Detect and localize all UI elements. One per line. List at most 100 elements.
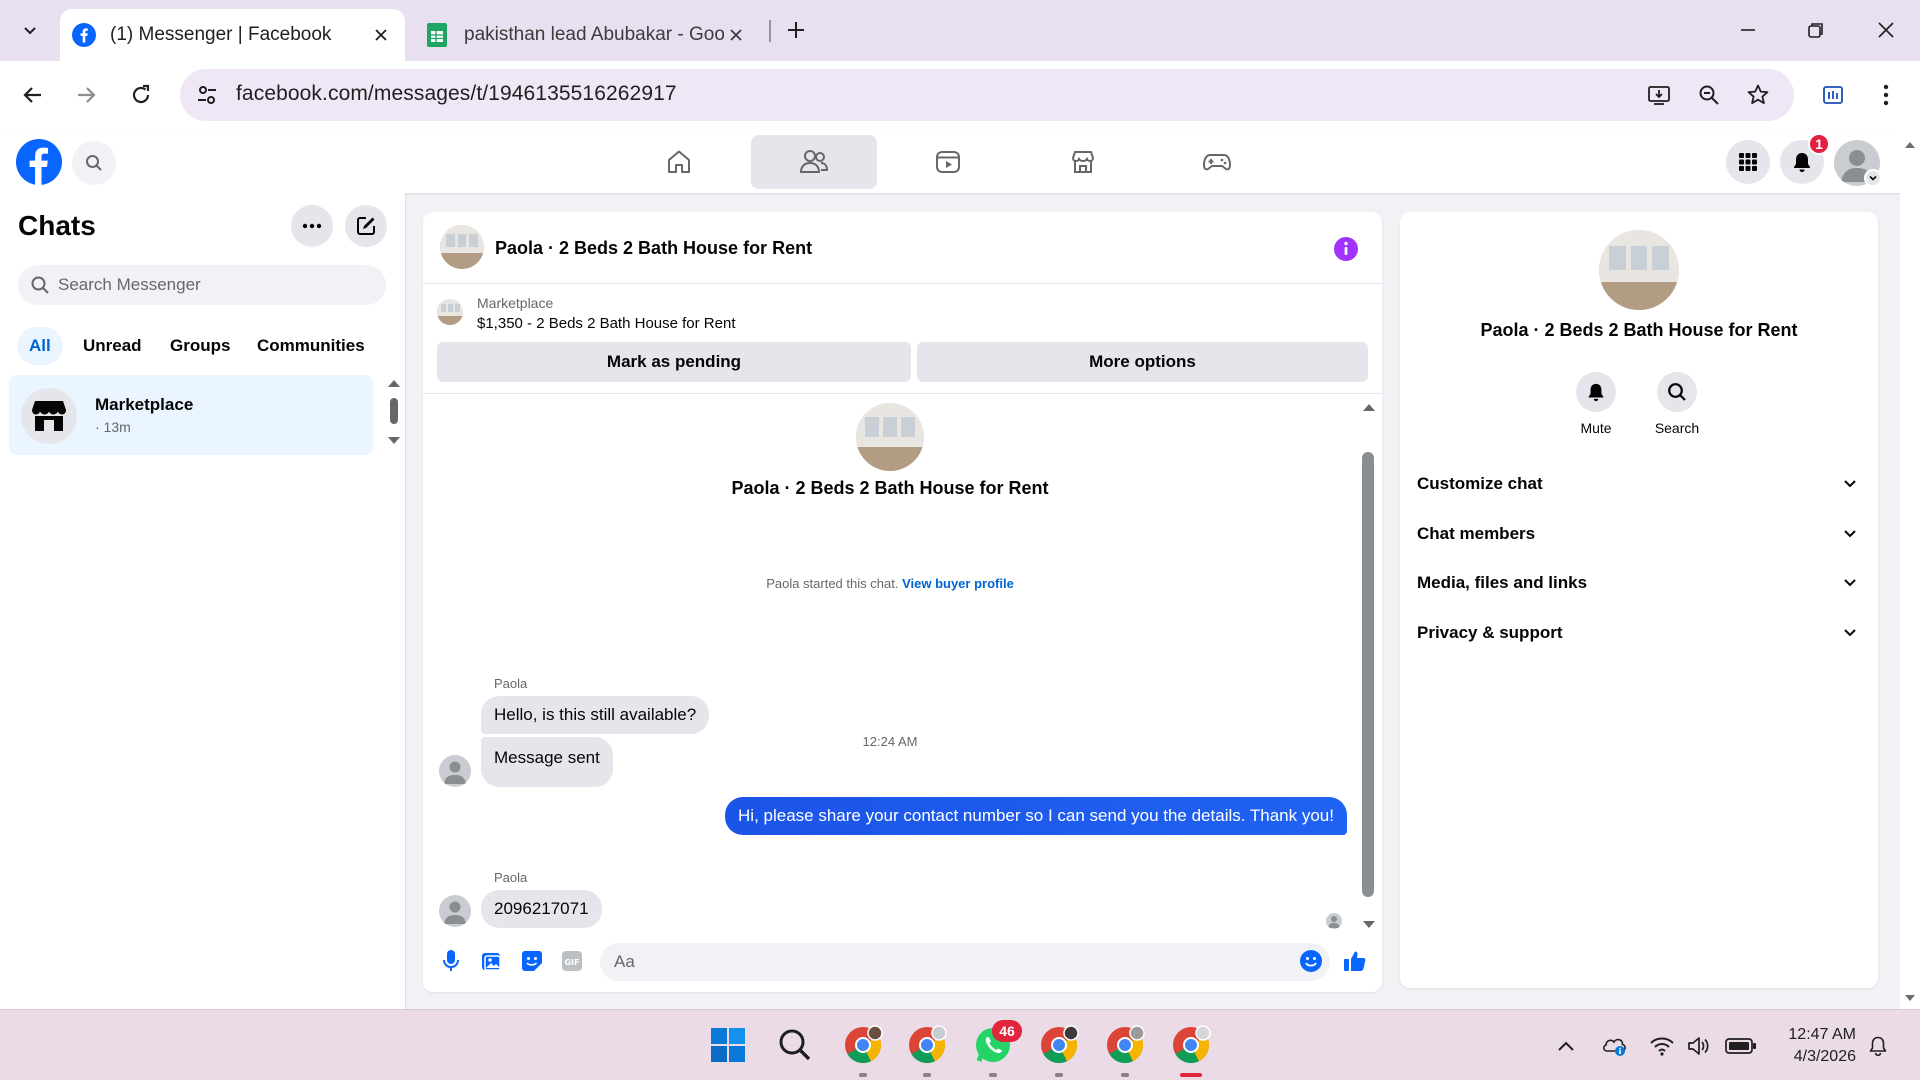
browser-tab-sheets[interactable]: pakisthan lead Abubakar - Goo	[410, 9, 760, 61]
wifi-icon[interactable]	[1648, 1032, 1676, 1060]
forward-icon[interactable]	[65, 74, 107, 116]
privacy-support-section[interactable]: Privacy & support	[1416, 611, 1862, 655]
chrome-profile-icon[interactable]	[840, 1022, 886, 1068]
menu-grid-icon[interactable]	[1726, 140, 1770, 184]
conversation-item-marketplace[interactable]: Marketplace · 13m	[9, 375, 373, 455]
search-icon	[1657, 372, 1697, 412]
restore-icon[interactable]	[1786, 8, 1846, 52]
show-hidden-icons-chevron-icon[interactable]	[1552, 1032, 1580, 1060]
message-input[interactable]	[600, 943, 1330, 981]
chrome-profile-icon[interactable]	[904, 1022, 950, 1068]
friends-icon[interactable]	[751, 135, 877, 189]
media-files-links-section[interactable]: Media, files and links	[1416, 561, 1862, 605]
browser-toolbar: facebook.com/messages/t/1946135516262917	[0, 61, 1920, 129]
filter-groups[interactable]: Groups	[158, 327, 242, 365]
sidebar-scrollbar[interactable]	[384, 375, 404, 455]
sender-avatar[interactable]	[439, 755, 471, 787]
mute-button[interactable]: Mute	[1556, 372, 1636, 436]
message-bubble-outgoing[interactable]: Hi, please share your contact number so …	[725, 797, 1347, 835]
chevron-down-icon	[1838, 472, 1862, 496]
chrome-active-icon[interactable]	[1168, 1022, 1214, 1068]
notification-center-bell-icon[interactable]	[1864, 1032, 1892, 1060]
view-buyer-profile-link[interactable]: View buyer profile	[902, 576, 1014, 591]
tab-list-chevron-icon[interactable]	[10, 10, 50, 50]
facebook-logo-icon[interactable]	[16, 139, 62, 185]
volume-icon[interactable]	[1686, 1032, 1714, 1060]
chat-scrollbar-thumb[interactable]	[1362, 452, 1374, 897]
marketplace-icon[interactable]	[1020, 135, 1146, 189]
gif-icon[interactable]: GIF	[558, 947, 586, 975]
running-indicator	[1055, 1073, 1063, 1077]
search-in-chat-button[interactable]: Search	[1637, 372, 1717, 436]
intro-title: Paola · 2 Beds 2 Bath House for Rent	[731, 478, 1049, 498]
menu-icon[interactable]	[1869, 78, 1903, 112]
messenger-search-input[interactable]	[58, 275, 358, 295]
system-clock[interactable]: 12:47 AM 4/3/2026	[1776, 1024, 1856, 1068]
minimize-icon[interactable]	[1718, 8, 1778, 52]
bookmark-star-icon[interactable]	[1744, 81, 1772, 109]
more-options-button[interactable]: More options	[917, 342, 1368, 382]
chrome-profile-icon[interactable]	[1036, 1022, 1082, 1068]
facebook-header: 1	[0, 129, 1900, 193]
message-bubble-incoming[interactable]: Hello, is this still available?	[481, 696, 710, 734]
listing-photo-avatar[interactable]	[440, 225, 484, 269]
battery-icon[interactable]	[1724, 1032, 1758, 1060]
emoji-icon[interactable]	[1297, 947, 1325, 975]
listing-thumbnail[interactable]	[437, 299, 463, 325]
zoom-icon[interactable]	[1695, 81, 1723, 109]
listing-price-title[interactable]: $1,350 - 2 Beds 2 Bath House for Rent	[477, 315, 736, 332]
customize-chat-section[interactable]: Customize chat	[1416, 462, 1862, 506]
filter-communities[interactable]: Communities	[245, 327, 377, 365]
sender-avatar[interactable]	[439, 895, 471, 927]
whatsapp-unread-badge: 46	[992, 1020, 1022, 1042]
running-indicator	[923, 1073, 931, 1077]
taskbar-search-icon[interactable]	[772, 1022, 818, 1068]
marketplace-listing-bar: Marketplace $1,350 - 2 Beds 2 Bath House…	[423, 284, 1382, 394]
onedrive-cloud-icon[interactable]	[1600, 1032, 1628, 1060]
chat-panel: Paola · 2 Beds 2 Bath House for Rent Mar…	[423, 212, 1382, 992]
browser-tab-messenger[interactable]: (1) Messenger | Facebook	[60, 9, 405, 61]
chat-title[interactable]: Paola · 2 Beds 2 Bath House for Rent	[495, 238, 812, 259]
mute-label: Mute	[1580, 420, 1612, 436]
gaming-icon[interactable]	[1154, 135, 1280, 189]
messenger-search-field[interactable]	[18, 265, 386, 305]
facebook-search-icon[interactable]	[72, 141, 116, 185]
account-chevron-icon[interactable]	[1864, 169, 1882, 187]
windows-start-icon[interactable]	[705, 1022, 751, 1068]
url-text[interactable]: facebook.com/messages/t/1946135516262917	[236, 82, 677, 106]
svg-text:GIF: GIF	[564, 958, 579, 967]
filter-unread[interactable]: Unread	[71, 327, 154, 365]
chats-options-icon[interactable]	[291, 205, 333, 247]
message-bubble-incoming[interactable]: 2096217071	[481, 890, 602, 928]
filter-all[interactable]: All	[17, 327, 63, 365]
site-settings-icon[interactable]	[194, 82, 220, 108]
info-icon[interactable]	[1333, 236, 1359, 262]
mark-as-pending-button[interactable]: Mark as pending	[437, 342, 911, 382]
windows-taskbar: 46 12:47 AM 4/3/2026	[0, 1009, 1920, 1080]
extension-icon[interactable]	[1816, 78, 1850, 112]
microphone-icon[interactable]	[437, 947, 465, 975]
sticker-icon[interactable]	[518, 947, 546, 975]
address-bar[interactable]: facebook.com/messages/t/1946135516262917	[180, 69, 1794, 121]
reload-icon[interactable]	[120, 74, 162, 116]
chat-members-section[interactable]: Chat members	[1416, 512, 1862, 556]
photo-attach-icon[interactable]	[478, 947, 506, 975]
new-tab-plus-icon[interactable]	[778, 12, 814, 48]
back-icon[interactable]	[12, 74, 54, 116]
new-message-icon[interactable]	[345, 205, 387, 247]
close-window-icon[interactable]	[1856, 8, 1916, 52]
section-label: Chat members	[1417, 524, 1536, 543]
install-app-icon[interactable]	[1645, 81, 1673, 109]
home-icon[interactable]	[616, 135, 742, 189]
video-icon[interactable]	[885, 135, 1011, 189]
sender-name: Paola	[494, 676, 528, 691]
chat-header: Paola · 2 Beds 2 Bath House for Rent	[423, 212, 1382, 284]
tab-close-icon[interactable]	[724, 23, 748, 47]
tab-close-icon[interactable]	[369, 23, 393, 47]
tab-title: pakisthan lead Abubakar - Goo	[464, 24, 724, 45]
thumbs-up-like-icon[interactable]	[1341, 947, 1369, 975]
running-indicator	[989, 1073, 997, 1077]
page-scrollbar[interactable]	[1900, 129, 1920, 1009]
info-listing-avatar[interactable]	[1599, 230, 1679, 310]
chrome-profile-icon[interactable]	[1102, 1022, 1148, 1068]
